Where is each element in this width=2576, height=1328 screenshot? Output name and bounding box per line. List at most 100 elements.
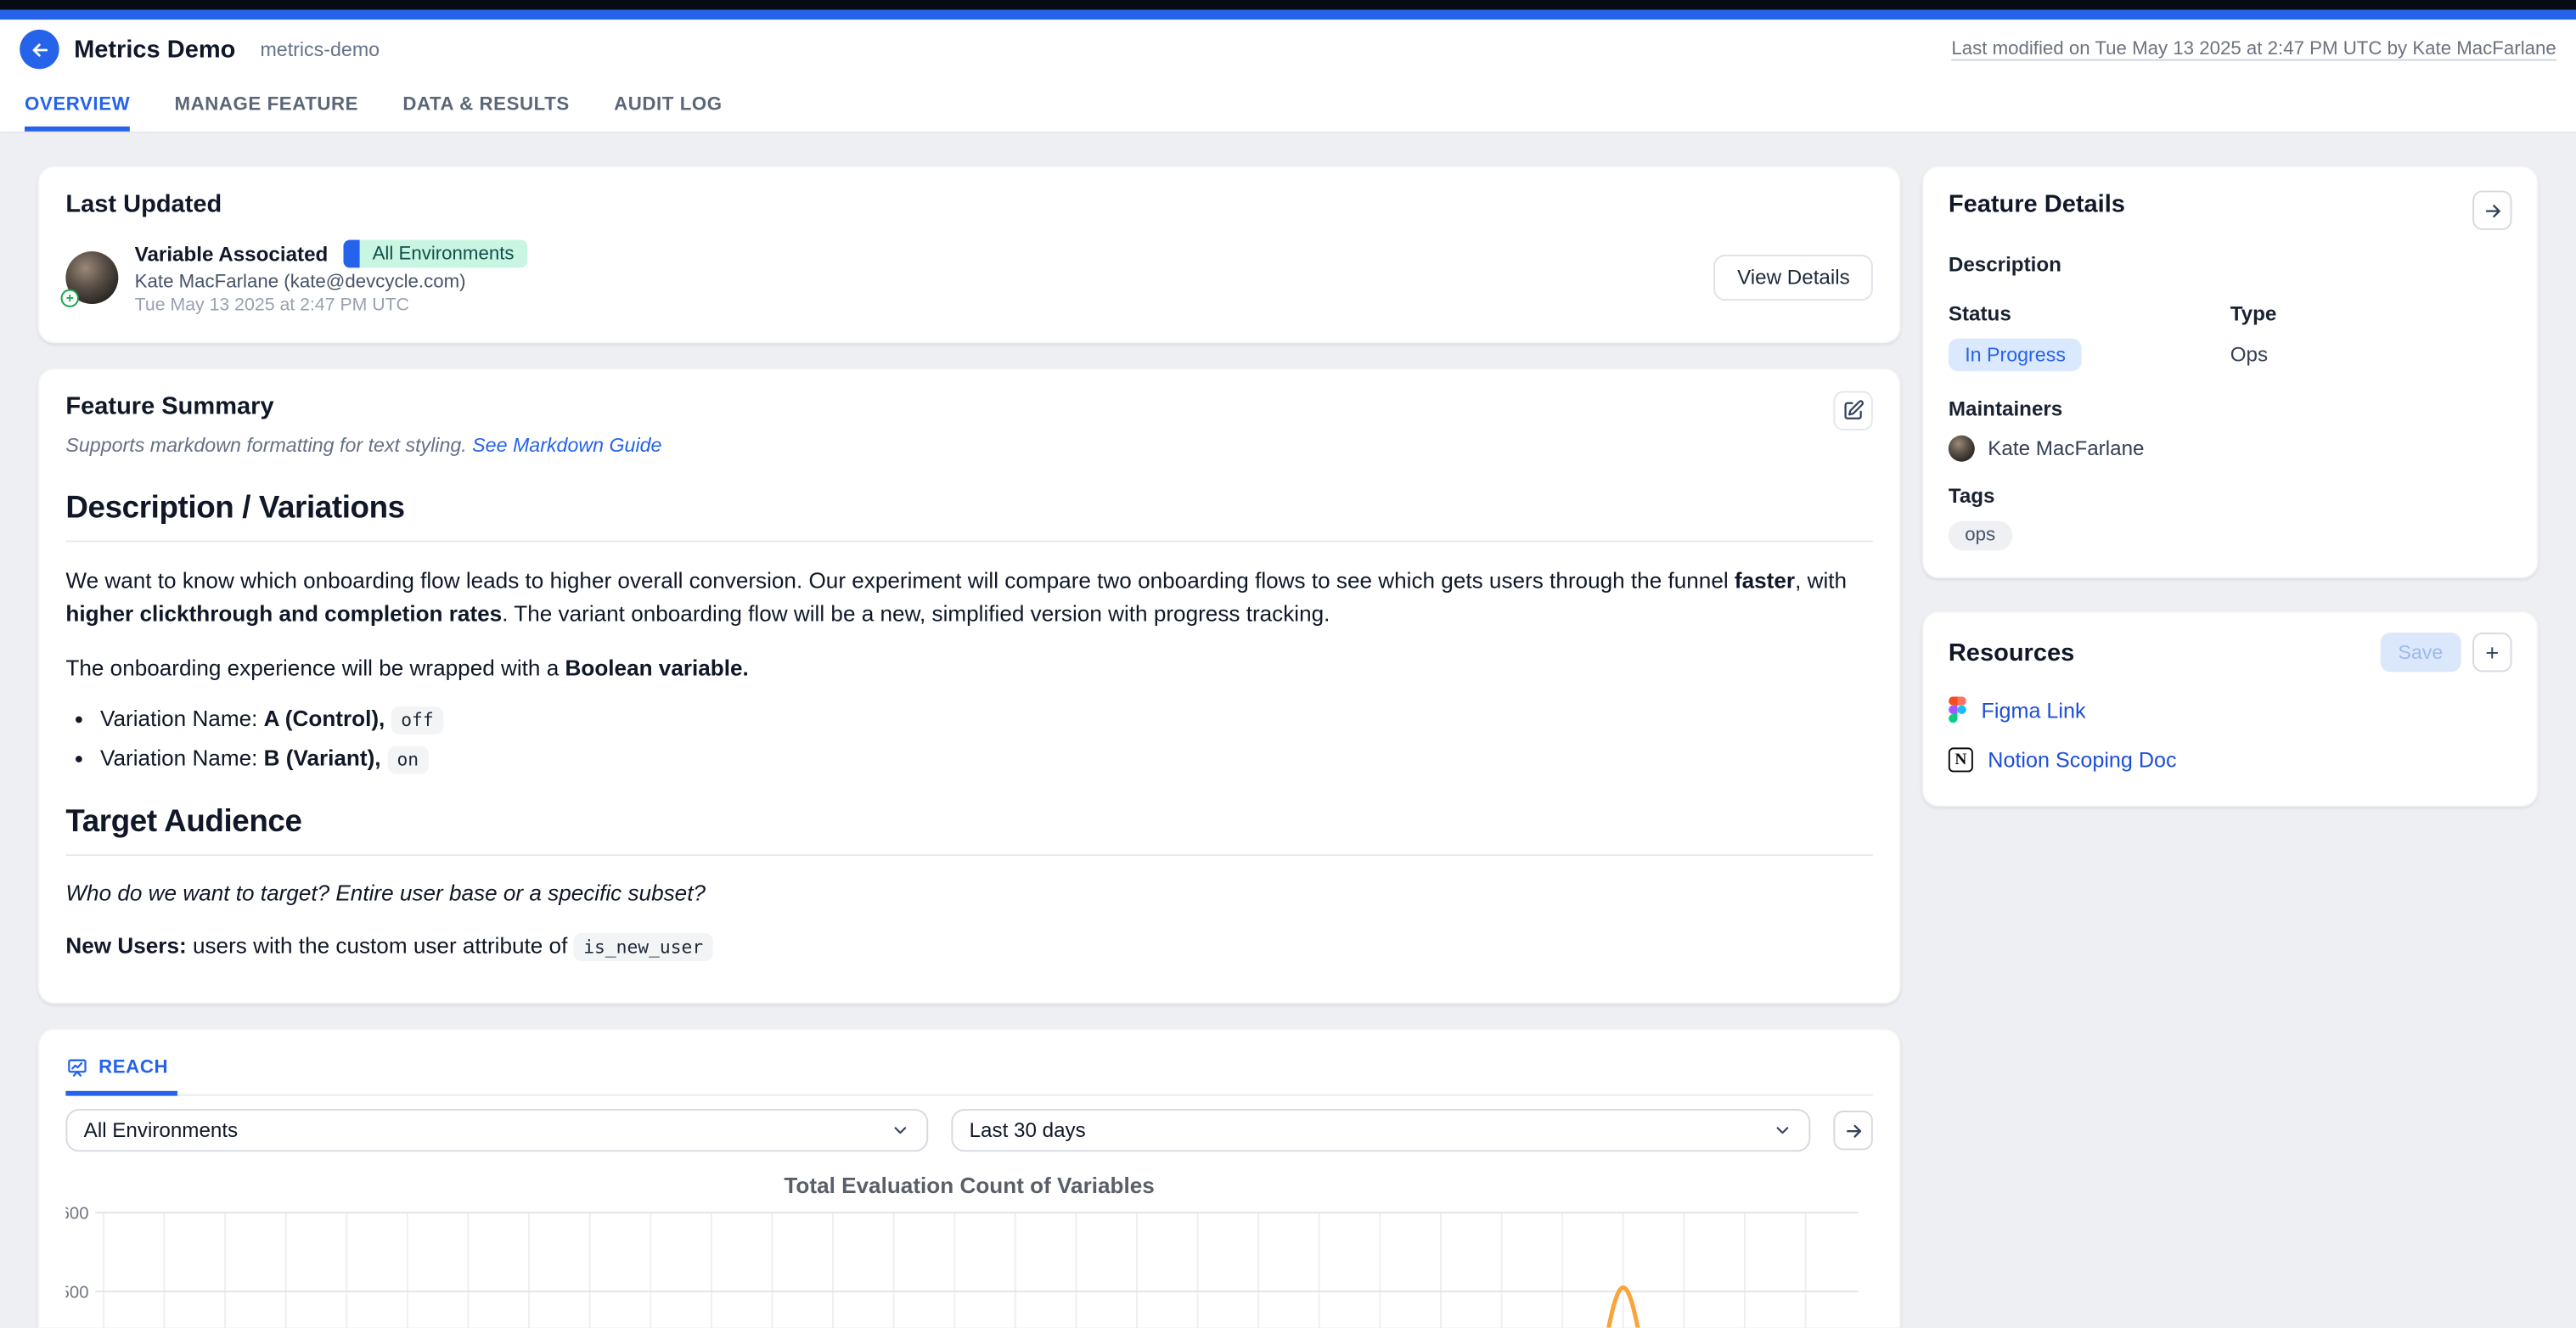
reach-card: REACH All Environments Last 30 days	[38, 1028, 1901, 1327]
status-label: Status	[1949, 302, 2230, 325]
top-accent-strip	[0, 10, 2576, 20]
event-timestamp: Tue May 13 2025 at 2:47 PM UTC	[135, 295, 527, 315]
bullet-name: B (Variant),	[264, 745, 381, 769]
variations-list: Variation Name: A (Control), off Variati…	[100, 706, 1873, 769]
header-top-row: Metrics Demo metrics-demo Last modified …	[0, 20, 2576, 79]
edit-summary-button[interactable]	[1833, 391, 1872, 430]
bullet-prefix: Variation Name:	[100, 745, 264, 769]
event-name: Variable Associated	[135, 242, 329, 265]
last-updated-card: Last Updated + Variable Associated All E…	[38, 166, 1901, 343]
environment-select-value: All Environments	[84, 1119, 238, 1142]
tab-reach[interactable]: REACH	[65, 1053, 177, 1095]
markdown-guide-link[interactable]: See Markdown Guide	[472, 434, 661, 457]
chart-container: 600500400	[65, 1202, 1872, 1327]
bullet-prefix: Variation Name:	[100, 706, 264, 730]
reach-filters: All Environments Last 30 days	[65, 1109, 1872, 1151]
reach-line-chart: 600500400	[65, 1202, 1876, 1327]
figma-icon	[1949, 696, 1966, 723]
bullet-name: A (Control),	[264, 706, 385, 730]
p1-text: We want to know which onboarding flow le…	[65, 568, 1735, 593]
date-range-select-value: Last 30 days	[970, 1119, 1086, 1142]
plus-badge-icon: +	[61, 290, 79, 307]
add-resource-button[interactable]: +	[2472, 633, 2511, 672]
figma-link[interactable]: Figma Link	[1982, 697, 2086, 722]
side-column: Feature Details Description Status In Pr…	[1922, 166, 2539, 807]
status-type-grid: Status In Progress Type Ops	[1949, 302, 2512, 371]
last-updated-title: Last Updated	[65, 190, 1872, 218]
last-updated-row: + Variable Associated All Environments K…	[65, 240, 1872, 316]
svg-text:500: 500	[65, 1284, 88, 1303]
status-column: Status In Progress	[1949, 302, 2230, 371]
environment-select[interactable]: All Environments	[65, 1109, 928, 1151]
chevron-down-icon	[891, 1121, 910, 1140]
save-button[interactable]: Save	[2380, 633, 2461, 672]
view-details-button[interactable]: View Details	[1714, 255, 1873, 301]
variation-item-control: Variation Name: A (Control), off	[100, 706, 1873, 730]
variation-item-variant: Variation Name: B (Variant), on	[100, 745, 1873, 769]
p1-text3: . The variant onboarding flow will be a …	[502, 600, 1330, 625]
tab-overview[interactable]: OVERVIEW	[25, 88, 130, 131]
apply-filters-button[interactable]	[1833, 1111, 1872, 1150]
audience-attribute-chip: is_new_user	[574, 932, 713, 960]
type-value: Ops	[2230, 343, 2512, 366]
tab-audit-log[interactable]: AUDIT LOG	[614, 88, 723, 131]
notion-link[interactable]: Notion Scoping Doc	[1988, 747, 2176, 772]
event-user: Kate MacFarlane (kate@devcycle.com)	[135, 273, 527, 292]
description-paragraph-2: The onboarding experience will be wrappe…	[65, 652, 1872, 684]
markdown-hint: Supports markdown formatting for text st…	[65, 434, 1872, 457]
tab-reach-label: REACH	[98, 1058, 168, 1078]
chart-title: Total Evaluation Count of Variables	[65, 1173, 1872, 1198]
last-updated-info: Variable Associated All Environments Kat…	[135, 240, 527, 316]
status-badge[interactable]: In Progress	[1949, 339, 2082, 372]
divider	[65, 541, 1872, 543]
target-audience-heading: Target Audience	[65, 804, 1872, 841]
tags-label: Tags	[1949, 485, 2512, 508]
notion-icon: N	[1949, 747, 1973, 772]
svg-text:600: 600	[65, 1205, 88, 1224]
resources-title: Resources	[1949, 639, 2074, 667]
avatar: +	[65, 251, 118, 304]
event-line: Variable Associated All Environments	[135, 240, 527, 268]
audience-answer: New Users: users with the custom user at…	[65, 929, 1872, 963]
tag-pill: ops	[1949, 521, 2012, 550]
feature-summary-title: Feature Summary	[65, 392, 1872, 420]
p2-text: The onboarding experience will be wrappe…	[65, 656, 565, 680]
description-label: Description	[1949, 253, 2512, 276]
main-tabs: OVERVIEW MANAGE FEATURE DATA & RESULTS A…	[0, 79, 2576, 132]
markdown-hint-text: Supports markdown formatting for text st…	[65, 434, 472, 457]
main-column: Last Updated + Variable Associated All E…	[38, 166, 1901, 1327]
edit-pencil-icon	[1842, 399, 1865, 422]
arrow-right-icon	[2482, 200, 2503, 221]
avatar	[1949, 436, 1975, 462]
resources-header: Resources Save +	[1949, 633, 2512, 672]
feature-summary-card: Feature Summary Supports markdown format…	[38, 368, 1901, 1004]
feature-details-title: Feature Details	[1949, 190, 2125, 218]
last-modified-text: Last modified on Tue May 13 2025 at 2:47…	[1951, 39, 2556, 59]
top-dark-strip	[0, 0, 2576, 10]
audience-question: Who do we want to target? Entire user ba…	[65, 880, 1872, 904]
feature-details-header: Feature Details	[1949, 190, 2512, 229]
tab-data-results[interactable]: DATA & RESULTS	[402, 88, 569, 131]
open-feature-details-button[interactable]	[2472, 190, 2511, 229]
p2-bold-boolean: Boolean variable.	[565, 656, 749, 680]
app-root: Metrics Demo metrics-demo Last modified …	[0, 0, 2576, 1327]
description-variations-heading: Description / Variations	[65, 492, 1872, 528]
description-paragraph-1: We want to know which onboarding flow le…	[65, 566, 1872, 629]
arrow-right-icon	[1842, 1120, 1864, 1141]
environment-badge-accent	[343, 240, 359, 268]
resource-row-figma: Figma Link	[1949, 696, 2512, 723]
tab-manage-feature[interactable]: MANAGE FEATURE	[174, 88, 358, 131]
resource-row-notion: N Notion Scoping Doc	[1949, 747, 2512, 772]
p1-bold-rates: higher clickthrough and completion rates	[65, 600, 502, 625]
chart-board-icon	[65, 1056, 88, 1079]
back-button[interactable]	[20, 30, 59, 69]
resources-card: Resources Save + Figma Link	[1922, 611, 2539, 807]
chevron-down-icon	[1773, 1121, 1792, 1140]
p1-bold-faster: faster	[1735, 568, 1795, 593]
variation-value-chip: on	[387, 745, 429, 773]
arrow-left-icon	[29, 38, 50, 59]
page-slug: metrics-demo	[260, 38, 380, 61]
date-range-select[interactable]: Last 30 days	[951, 1109, 1810, 1151]
p1-text2: , with	[1795, 568, 1847, 593]
maintainer-name: Kate MacFarlane	[1988, 437, 2144, 460]
